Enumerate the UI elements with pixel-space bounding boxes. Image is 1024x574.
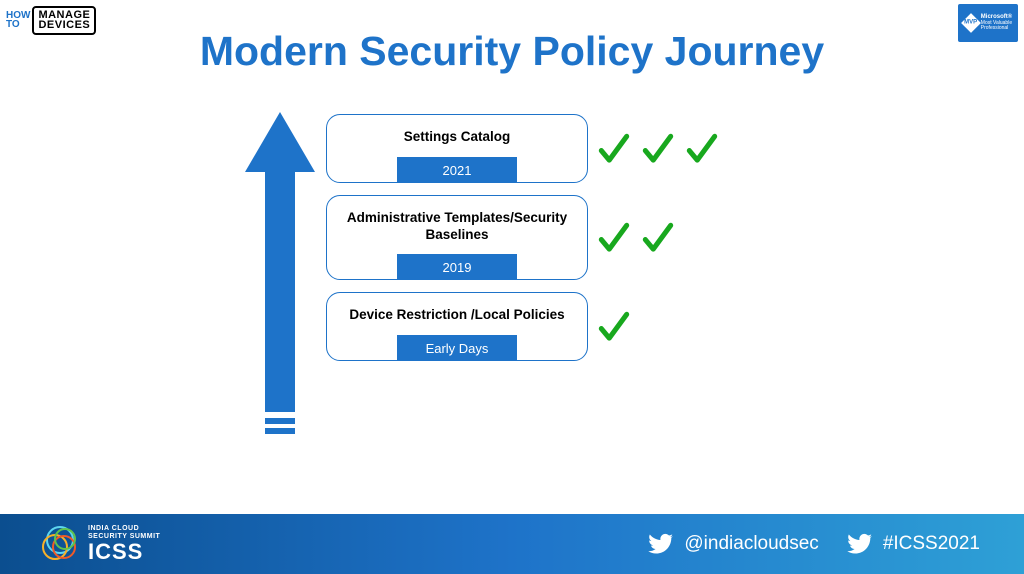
twitter-icon: [847, 531, 873, 557]
mvp-badge-text: MVP: [964, 20, 977, 26]
footer-right-block: @indiacloudsec #ICSS2021: [648, 531, 980, 557]
stage-title: Administrative Templates/Security Baseli…: [337, 210, 577, 244]
stage-row: Administrative Templates/Security Baseli…: [326, 195, 724, 280]
summit-line1: INDIA CLOUD: [88, 525, 160, 533]
stage-year-badge: 2021: [397, 157, 517, 183]
stage-card-admin-templates: Administrative Templates/Security Baseli…: [326, 195, 588, 280]
twitter-handle-block: @indiacloudsec: [648, 531, 818, 557]
stage-title: Device Restriction /Local Policies: [349, 307, 564, 325]
stage-row: Settings Catalog 2021: [326, 114, 724, 183]
stage-card-settings-catalog: Settings Catalog 2021: [326, 114, 588, 183]
footer-left-block: INDIA CLOUD SECURITY SUMMIT ICSS: [42, 525, 160, 562]
check-icon: [636, 127, 680, 171]
icss-logo-icon: [42, 526, 78, 562]
stage-card-device-restriction: Device Restriction /Local Policies Early…: [326, 292, 588, 361]
icss-text-block: INDIA CLOUD SECURITY SUMMIT ICSS: [88, 525, 160, 562]
check-icon: [636, 216, 680, 260]
page-title: Modern Security Policy Journey: [0, 28, 1024, 75]
stage-year-badge: Early Days: [397, 335, 517, 361]
check-icon: [592, 216, 636, 260]
summit-acronym: ICSS: [88, 541, 160, 563]
hashtag: #ICSS2021: [883, 533, 980, 555]
twitter-icon: [648, 531, 674, 557]
stage-year-badge: 2019: [397, 254, 517, 280]
stage-checks: [592, 127, 724, 171]
stage-row: Device Restriction /Local Policies Early…: [326, 292, 724, 361]
stages-column: Settings Catalog 2021 Administrative Tem…: [326, 114, 724, 361]
footer-bar: INDIA CLOUD SECURITY SUMMIT ICSS @indiac…: [0, 514, 1024, 574]
stage-title: Settings Catalog: [404, 129, 511, 147]
hashtag-block: #ICSS2021: [847, 531, 980, 557]
progress-arrow-icon: [245, 112, 315, 442]
logo-howto-text: HOW TO: [6, 11, 30, 29]
check-icon: [680, 127, 724, 171]
stage-checks: [592, 305, 636, 349]
check-icon: [592, 127, 636, 171]
twitter-handle: @indiacloudsec: [684, 533, 818, 555]
check-icon: [592, 305, 636, 349]
stage-checks: [592, 216, 680, 260]
